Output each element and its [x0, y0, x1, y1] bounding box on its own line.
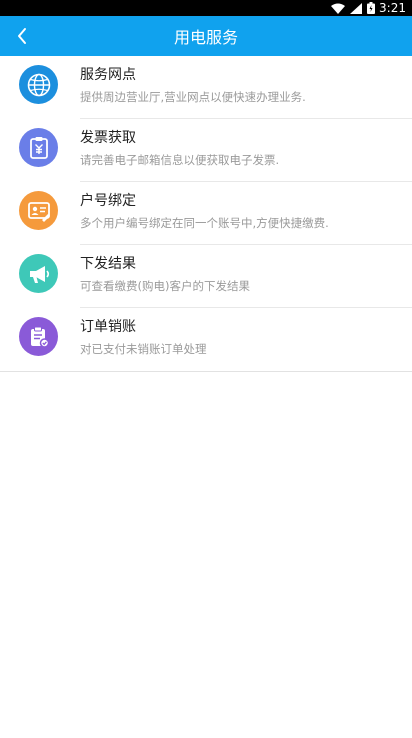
globe-icon	[19, 65, 58, 104]
clipboard-icon	[19, 317, 58, 356]
megaphone-icon	[19, 254, 58, 293]
service-title: 服务网点	[80, 67, 136, 83]
service-item-invoice[interactable]: 发票获取 请完善电子邮箱信息以便获取电子发票.	[0, 119, 412, 182]
service-item-account-binding[interactable]: 户号绑定 多个用户编号绑定在同一个账号中,方便快捷缴费.	[0, 182, 412, 245]
service-subtitle: 提供周边营业厅,营业网点以便快速办理业务.	[80, 90, 306, 104]
battery-icon	[367, 2, 376, 14]
chevron-left-icon	[18, 28, 26, 44]
id-card-icon	[19, 191, 58, 230]
invoice-icon	[19, 128, 58, 167]
service-subtitle: 可查看缴费(购电)客户的下发结果	[80, 279, 250, 293]
service-title: 户号绑定	[80, 193, 136, 209]
status-time: 3:21	[379, 1, 406, 15]
service-item-results[interactable]: 下发结果 可查看缴费(购电)客户的下发结果	[0, 245, 412, 308]
service-title: 订单销账	[80, 319, 136, 335]
service-subtitle: 多个用户编号绑定在同一个账号中,方便快捷缴费.	[80, 216, 329, 230]
service-title: 发票获取	[80, 130, 136, 146]
signal-icon	[350, 2, 363, 14]
service-item-outlets[interactable]: 服务网点 提供周边营业厅,营业网点以便快速办理业务.	[0, 56, 412, 119]
service-item-order-writeoff[interactable]: 订单销账 对已支付未销账订单处理	[0, 308, 412, 371]
service-subtitle: 对已支付未销账订单处理	[80, 342, 207, 356]
service-list: 服务网点 提供周边营业厅,营业网点以便快速办理业务. 发票获取 请完善电子邮箱信…	[0, 56, 412, 372]
wifi-icon	[331, 3, 346, 14]
status-bar: 3:21	[0, 0, 412, 16]
app-bar: 用电服务	[0, 16, 412, 56]
back-button[interactable]	[6, 16, 38, 56]
page-title: 用电服务	[173, 28, 238, 47]
service-subtitle: 请完善电子邮箱信息以便获取电子发票.	[80, 153, 280, 167]
service-title: 下发结果	[80, 256, 136, 272]
